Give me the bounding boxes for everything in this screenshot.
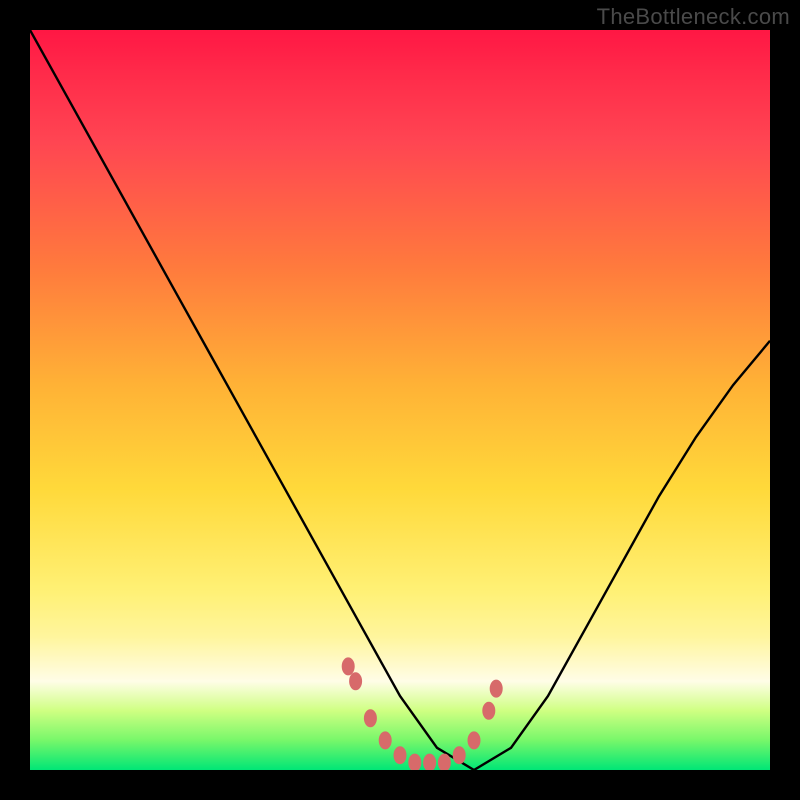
marker-dot [423,754,436,770]
curve-svg [30,30,770,770]
plot-area [30,30,770,770]
outer-frame: TheBottleneck.com [0,0,800,800]
marker-dot [490,680,503,698]
marker-dot [482,702,495,720]
marker-dot [364,709,377,727]
marker-dot [342,657,355,675]
watermark-text: TheBottleneck.com [597,4,790,30]
bottleneck-curve [30,30,770,770]
marker-dot [408,754,421,770]
marker-dot [468,731,481,749]
marker-dot [453,746,466,764]
marker-dot [349,672,362,690]
marker-dot [394,746,407,764]
marker-dot [379,731,392,749]
marker-dots [342,657,503,770]
